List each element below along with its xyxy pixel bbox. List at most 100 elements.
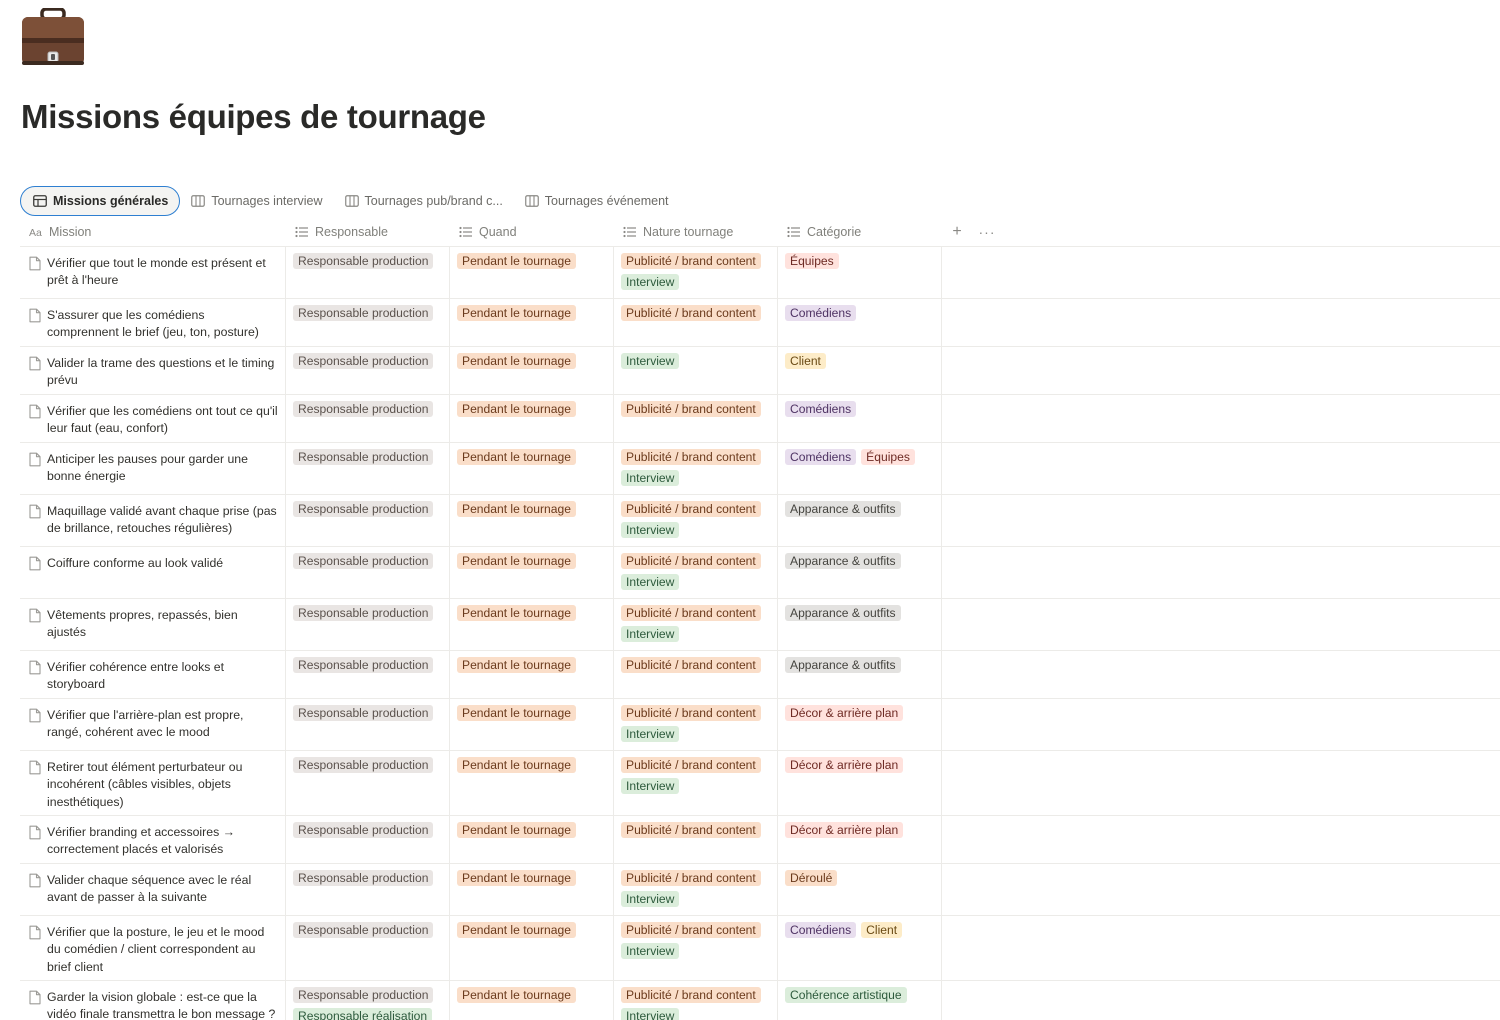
quand-cell[interactable]: Pendant le tournage <box>450 981 614 1020</box>
mission-cell[interactable]: Vérifier que tout le monde est présent e… <box>20 247 286 298</box>
categorie-cell[interactable]: Comédiens Équipes <box>778 443 942 494</box>
quand-cell[interactable]: Pendant le tournage <box>450 299 614 346</box>
nature-cell[interactable]: Publicité / brand content Interview <box>614 751 778 815</box>
quand-cell[interactable]: Pendant le tournage <box>450 816 614 863</box>
quand-cell[interactable]: Pendant le tournage <box>450 347 614 394</box>
nature-cell[interactable]: Publicité / brand content <box>614 816 778 863</box>
table-row[interactable]: Vêtements propres, repassés, bien ajusté… <box>20 599 1500 651</box>
nature-cell[interactable]: Publicité / brand content Interview <box>614 981 778 1020</box>
table-row[interactable]: Garder la vision globale : est-ce que la… <box>20 981 1500 1020</box>
tab-tournages-evenement[interactable]: Tournages événement <box>514 186 680 216</box>
responsable-cell[interactable]: Responsable production Responsable réalis… <box>286 981 450 1020</box>
mission-cell[interactable]: Valider la trame des questions et le tim… <box>20 347 286 394</box>
quand-cell[interactable]: Pendant le tournage <box>450 395 614 442</box>
table-row[interactable]: Coiffure conforme au look validé Responsa… <box>20 547 1500 599</box>
categorie-cell[interactable]: Cohérence artistique <box>778 981 942 1020</box>
quand-cell[interactable]: Pendant le tournage <box>450 495 614 546</box>
mission-cell[interactable]: Maquillage validé avant chaque prise (pa… <box>20 495 286 546</box>
mission-cell[interactable]: Vérifier branding et accessoires → corre… <box>20 816 286 863</box>
responsable-cell[interactable]: Responsable production <box>286 247 450 298</box>
quand-cell[interactable]: Pendant le tournage <box>450 599 614 650</box>
table-row[interactable]: Retirer tout élément perturbateur ou inc… <box>20 751 1500 816</box>
quand-cell[interactable]: Pendant le tournage <box>450 443 614 494</box>
categorie-cell[interactable]: Équipes <box>778 247 942 298</box>
categorie-cell[interactable]: Client <box>778 347 942 394</box>
table-row[interactable]: Maquillage validé avant chaque prise (pa… <box>20 495 1500 547</box>
column-header-nature[interactable]: Nature tournage <box>614 218 778 246</box>
nature-cell[interactable]: Publicité / brand content Interview <box>614 443 778 494</box>
categorie-cell[interactable]: Décor & arrière plan <box>778 751 942 815</box>
table-row[interactable]: Valider chaque séquence avec le réal ava… <box>20 864 1500 916</box>
responsable-cell[interactable]: Responsable production <box>286 443 450 494</box>
tab-tournages-interview[interactable]: Tournages interview <box>180 186 333 216</box>
quand-cell[interactable]: Pendant le tournage <box>450 547 614 598</box>
nature-cell[interactable]: Publicité / brand content <box>614 651 778 698</box>
categorie-cell[interactable]: Décor & arrière plan <box>778 699 942 750</box>
table-row[interactable]: Vérifier cohérence entre looks et storyb… <box>20 651 1500 699</box>
tab-tournages-pub[interactable]: Tournages pub/brand c... <box>334 186 514 216</box>
mission-cell[interactable]: Valider chaque séquence avec le réal ava… <box>20 864 286 915</box>
table-row[interactable]: Anticiper les pauses pour garder une bon… <box>20 443 1500 495</box>
quand-cell[interactable]: Pendant le tournage <box>450 699 614 750</box>
responsable-cell[interactable]: Responsable production <box>286 751 450 815</box>
nature-cell[interactable]: Publicité / brand content Interview <box>614 495 778 546</box>
mission-cell[interactable]: Vérifier que les comédiens ont tout ce q… <box>20 395 286 442</box>
quand-cell[interactable]: Pendant le tournage <box>450 864 614 915</box>
nature-cell[interactable]: Publicité / brand content Interview <box>614 699 778 750</box>
table-row[interactable]: Vérifier que tout le monde est présent e… <box>20 247 1500 299</box>
nature-cell[interactable]: Interview <box>614 347 778 394</box>
categorie-cell[interactable]: Apparance & outfits <box>778 651 942 698</box>
table-row[interactable]: S'assurer que les comédiens comprennent … <box>20 299 1500 347</box>
mission-cell[interactable]: Garder la vision globale : est-ce que la… <box>20 981 286 1020</box>
categorie-cell[interactable]: Apparance & outfits <box>778 599 942 650</box>
nature-cell[interactable]: Publicité / brand content <box>614 299 778 346</box>
categorie-cell[interactable]: Comédiens <box>778 395 942 442</box>
column-header-quand[interactable]: Quand <box>450 218 614 246</box>
quand-cell[interactable]: Pendant le tournage <box>450 247 614 298</box>
table-row[interactable]: Vérifier que l'arrière-plan est propre, … <box>20 699 1500 751</box>
nature-cell[interactable]: Publicité / brand content Interview <box>614 247 778 298</box>
mission-cell[interactable]: Coiffure conforme au look validé <box>20 547 286 598</box>
responsable-cell[interactable]: Responsable production <box>286 816 450 863</box>
column-header-responsable[interactable]: Responsable <box>286 218 450 246</box>
responsable-cell[interactable]: Responsable production <box>286 864 450 915</box>
categorie-cell[interactable]: Apparance & outfits <box>778 547 942 598</box>
mission-cell[interactable]: S'assurer que les comédiens comprennent … <box>20 299 286 346</box>
categorie-cell[interactable]: Apparance & outfits <box>778 495 942 546</box>
add-column-button[interactable]: + <box>942 218 972 246</box>
table-row[interactable]: Vérifier que la posture, le jeu et le mo… <box>20 916 1500 981</box>
responsable-cell[interactable]: Responsable production <box>286 547 450 598</box>
responsable-cell[interactable]: Responsable production <box>286 347 450 394</box>
nature-cell[interactable]: Publicité / brand content Interview <box>614 599 778 650</box>
categorie-cell[interactable]: Comédiens Client <box>778 916 942 980</box>
nature-cell[interactable]: Publicité / brand content Interview <box>614 864 778 915</box>
column-header-mission[interactable]: Aa Mission <box>20 218 286 246</box>
nature-cell[interactable]: Publicité / brand content <box>614 395 778 442</box>
mission-cell[interactable]: Vêtements propres, repassés, bien ajusté… <box>20 599 286 650</box>
responsable-cell[interactable]: Responsable production <box>286 699 450 750</box>
responsable-cell[interactable]: Responsable production <box>286 495 450 546</box>
responsable-cell[interactable]: Responsable production <box>286 916 450 980</box>
column-header-categorie[interactable]: Catégorie <box>778 218 942 246</box>
briefcase-icon[interactable] <box>20 7 86 68</box>
table-row[interactable]: Vérifier que les comédiens ont tout ce q… <box>20 395 1500 443</box>
quand-cell[interactable]: Pendant le tournage <box>450 651 614 698</box>
tab-missions-generales[interactable]: Missions générales <box>20 186 181 216</box>
quand-cell[interactable]: Pendant le tournage <box>450 751 614 815</box>
categorie-cell[interactable]: Comédiens <box>778 299 942 346</box>
table-row[interactable]: Valider la trame des questions et le tim… <box>20 347 1500 395</box>
mission-cell[interactable]: Retirer tout élément perturbateur ou inc… <box>20 751 286 815</box>
mission-cell[interactable]: Vérifier que la posture, le jeu et le mo… <box>20 916 286 980</box>
nature-cell[interactable]: Publicité / brand content Interview <box>614 547 778 598</box>
categorie-cell[interactable]: Déroulé <box>778 864 942 915</box>
quand-cell[interactable]: Pendant le tournage <box>450 916 614 980</box>
responsable-cell[interactable]: Responsable production <box>286 651 450 698</box>
categorie-cell[interactable]: Décor & arrière plan <box>778 816 942 863</box>
mission-cell[interactable]: Vérifier que l'arrière-plan est propre, … <box>20 699 286 750</box>
nature-cell[interactable]: Publicité / brand content Interview <box>614 916 778 980</box>
more-options-button[interactable]: ··· <box>972 218 1002 246</box>
responsable-cell[interactable]: Responsable production <box>286 395 450 442</box>
responsable-cell[interactable]: Responsable production <box>286 599 450 650</box>
mission-cell[interactable]: Anticiper les pauses pour garder une bon… <box>20 443 286 494</box>
responsable-cell[interactable]: Responsable production <box>286 299 450 346</box>
